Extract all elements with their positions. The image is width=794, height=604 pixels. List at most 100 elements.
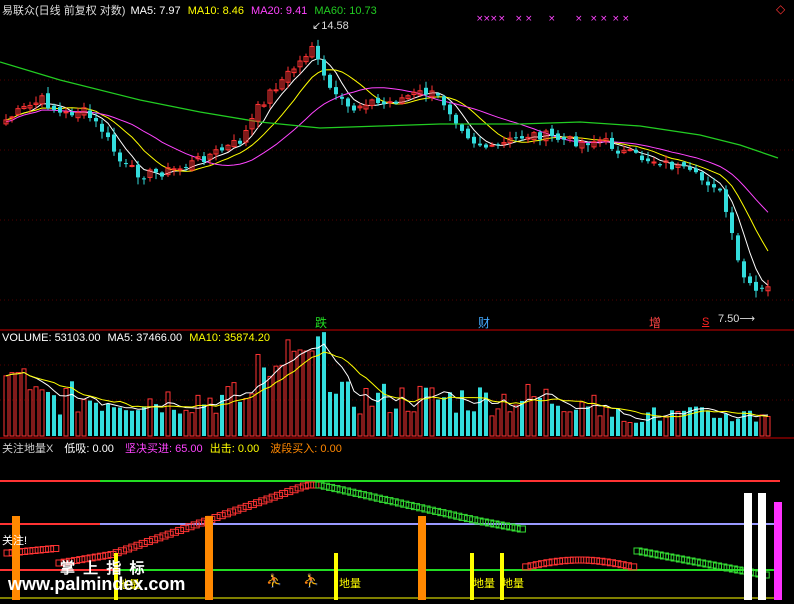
diliang-label-2: 地量	[339, 578, 361, 590]
candle-body	[670, 161, 674, 170]
marker-die: 跌	[315, 316, 328, 330]
diliang-label-3: 地量	[473, 578, 495, 590]
volume-bar	[507, 411, 513, 437]
volume-bar	[591, 394, 597, 437]
candle-body	[640, 155, 644, 161]
indicator-box	[580, 556, 590, 564]
candle-body	[340, 96, 344, 99]
candle-body	[478, 143, 482, 146]
candle-body	[273, 89, 279, 92]
volume-bar	[340, 381, 344, 436]
volume-bar	[376, 392, 380, 436]
volume-bar	[429, 387, 435, 437]
candle-body	[94, 117, 98, 122]
volume-bar	[382, 383, 386, 436]
candle-body	[682, 162, 686, 167]
volume-bar	[561, 411, 567, 437]
volume-bar	[399, 387, 405, 437]
volume-bar	[46, 391, 50, 436]
candle-body	[706, 181, 710, 186]
volume-bar	[652, 407, 656, 436]
indicator-box	[154, 534, 164, 542]
volume-bar	[724, 413, 728, 436]
volume-bar	[520, 400, 524, 436]
volume-bar	[424, 387, 428, 436]
volume-bar	[81, 399, 87, 437]
indicator-box	[294, 484, 304, 492]
candle-body	[616, 150, 620, 154]
candle-body	[688, 166, 692, 170]
candle-body	[700, 172, 704, 181]
volume-bar	[352, 406, 356, 436]
candle-body	[658, 164, 662, 166]
indicator-box	[253, 499, 263, 507]
volume-bar	[9, 372, 15, 437]
volume-bar	[478, 387, 482, 436]
volume-bar	[273, 365, 279, 437]
volume-bar	[255, 353, 261, 437]
volume-bar	[316, 336, 320, 436]
chart-canvas[interactable]: × × × × × × × × × × × ×	[0, 0, 794, 604]
volume-bar	[3, 375, 9, 437]
runner-icon: ⛹	[303, 573, 320, 588]
volume-bar	[15, 372, 21, 437]
indicator-box	[221, 510, 231, 518]
candle-body	[460, 124, 464, 131]
volume-bar	[754, 421, 758, 436]
candle-body	[129, 165, 135, 168]
volume-bar	[556, 405, 560, 436]
volume-bar	[658, 420, 662, 436]
volume-bar	[736, 418, 740, 436]
signal-x-marker: ×	[600, 14, 608, 24]
candle-body	[334, 87, 338, 95]
indicator-box	[159, 532, 169, 540]
volume-bar	[118, 407, 122, 436]
candle-body	[424, 87, 428, 95]
volume-bar	[309, 350, 315, 437]
volume-bar	[183, 409, 189, 437]
candle-body	[346, 98, 350, 107]
volume-bar	[682, 410, 686, 436]
signal-x-marker: ×	[525, 14, 533, 24]
indicator-box	[143, 538, 153, 546]
candle-body	[754, 281, 758, 291]
volume-bar	[531, 396, 537, 437]
volume-bar	[646, 412, 650, 436]
indicator-box	[284, 488, 294, 496]
candle-body	[70, 112, 74, 116]
indicator-box	[117, 547, 127, 555]
candle-body	[202, 156, 206, 163]
volume-bar	[718, 417, 722, 436]
volume-bar	[616, 408, 620, 436]
candle-body	[514, 137, 518, 139]
diliang-label-4: 地量	[502, 578, 524, 590]
indicator-box	[216, 512, 226, 520]
volume-bar	[706, 410, 710, 436]
volume-bar	[147, 398, 153, 437]
signal-bar	[205, 516, 213, 600]
volume-bar	[640, 421, 644, 436]
indicator-box	[232, 506, 242, 514]
signal-x-marker: ×	[575, 14, 583, 24]
indicator-box	[138, 539, 148, 547]
volume-bar	[759, 414, 765, 437]
candle-body	[736, 235, 740, 261]
candle-body	[316, 45, 320, 60]
candle-body	[556, 133, 560, 140]
volume-bar	[70, 381, 74, 436]
volume-bar	[603, 406, 609, 437]
volume-bar	[442, 397, 446, 436]
candle-body	[184, 166, 188, 168]
ma60-line	[0, 61, 779, 159]
indicator-box	[237, 504, 247, 512]
indicator-box	[211, 514, 221, 521]
volume-bar	[21, 368, 27, 437]
volume-bar	[574, 409, 578, 436]
candle-body	[142, 178, 146, 180]
volume-bar	[525, 383, 531, 437]
signal-x-marker: ×	[590, 14, 598, 24]
volume-bar	[154, 404, 158, 436]
signal-bar	[334, 553, 338, 600]
candle-body	[466, 128, 470, 139]
volume-bar	[387, 412, 393, 437]
